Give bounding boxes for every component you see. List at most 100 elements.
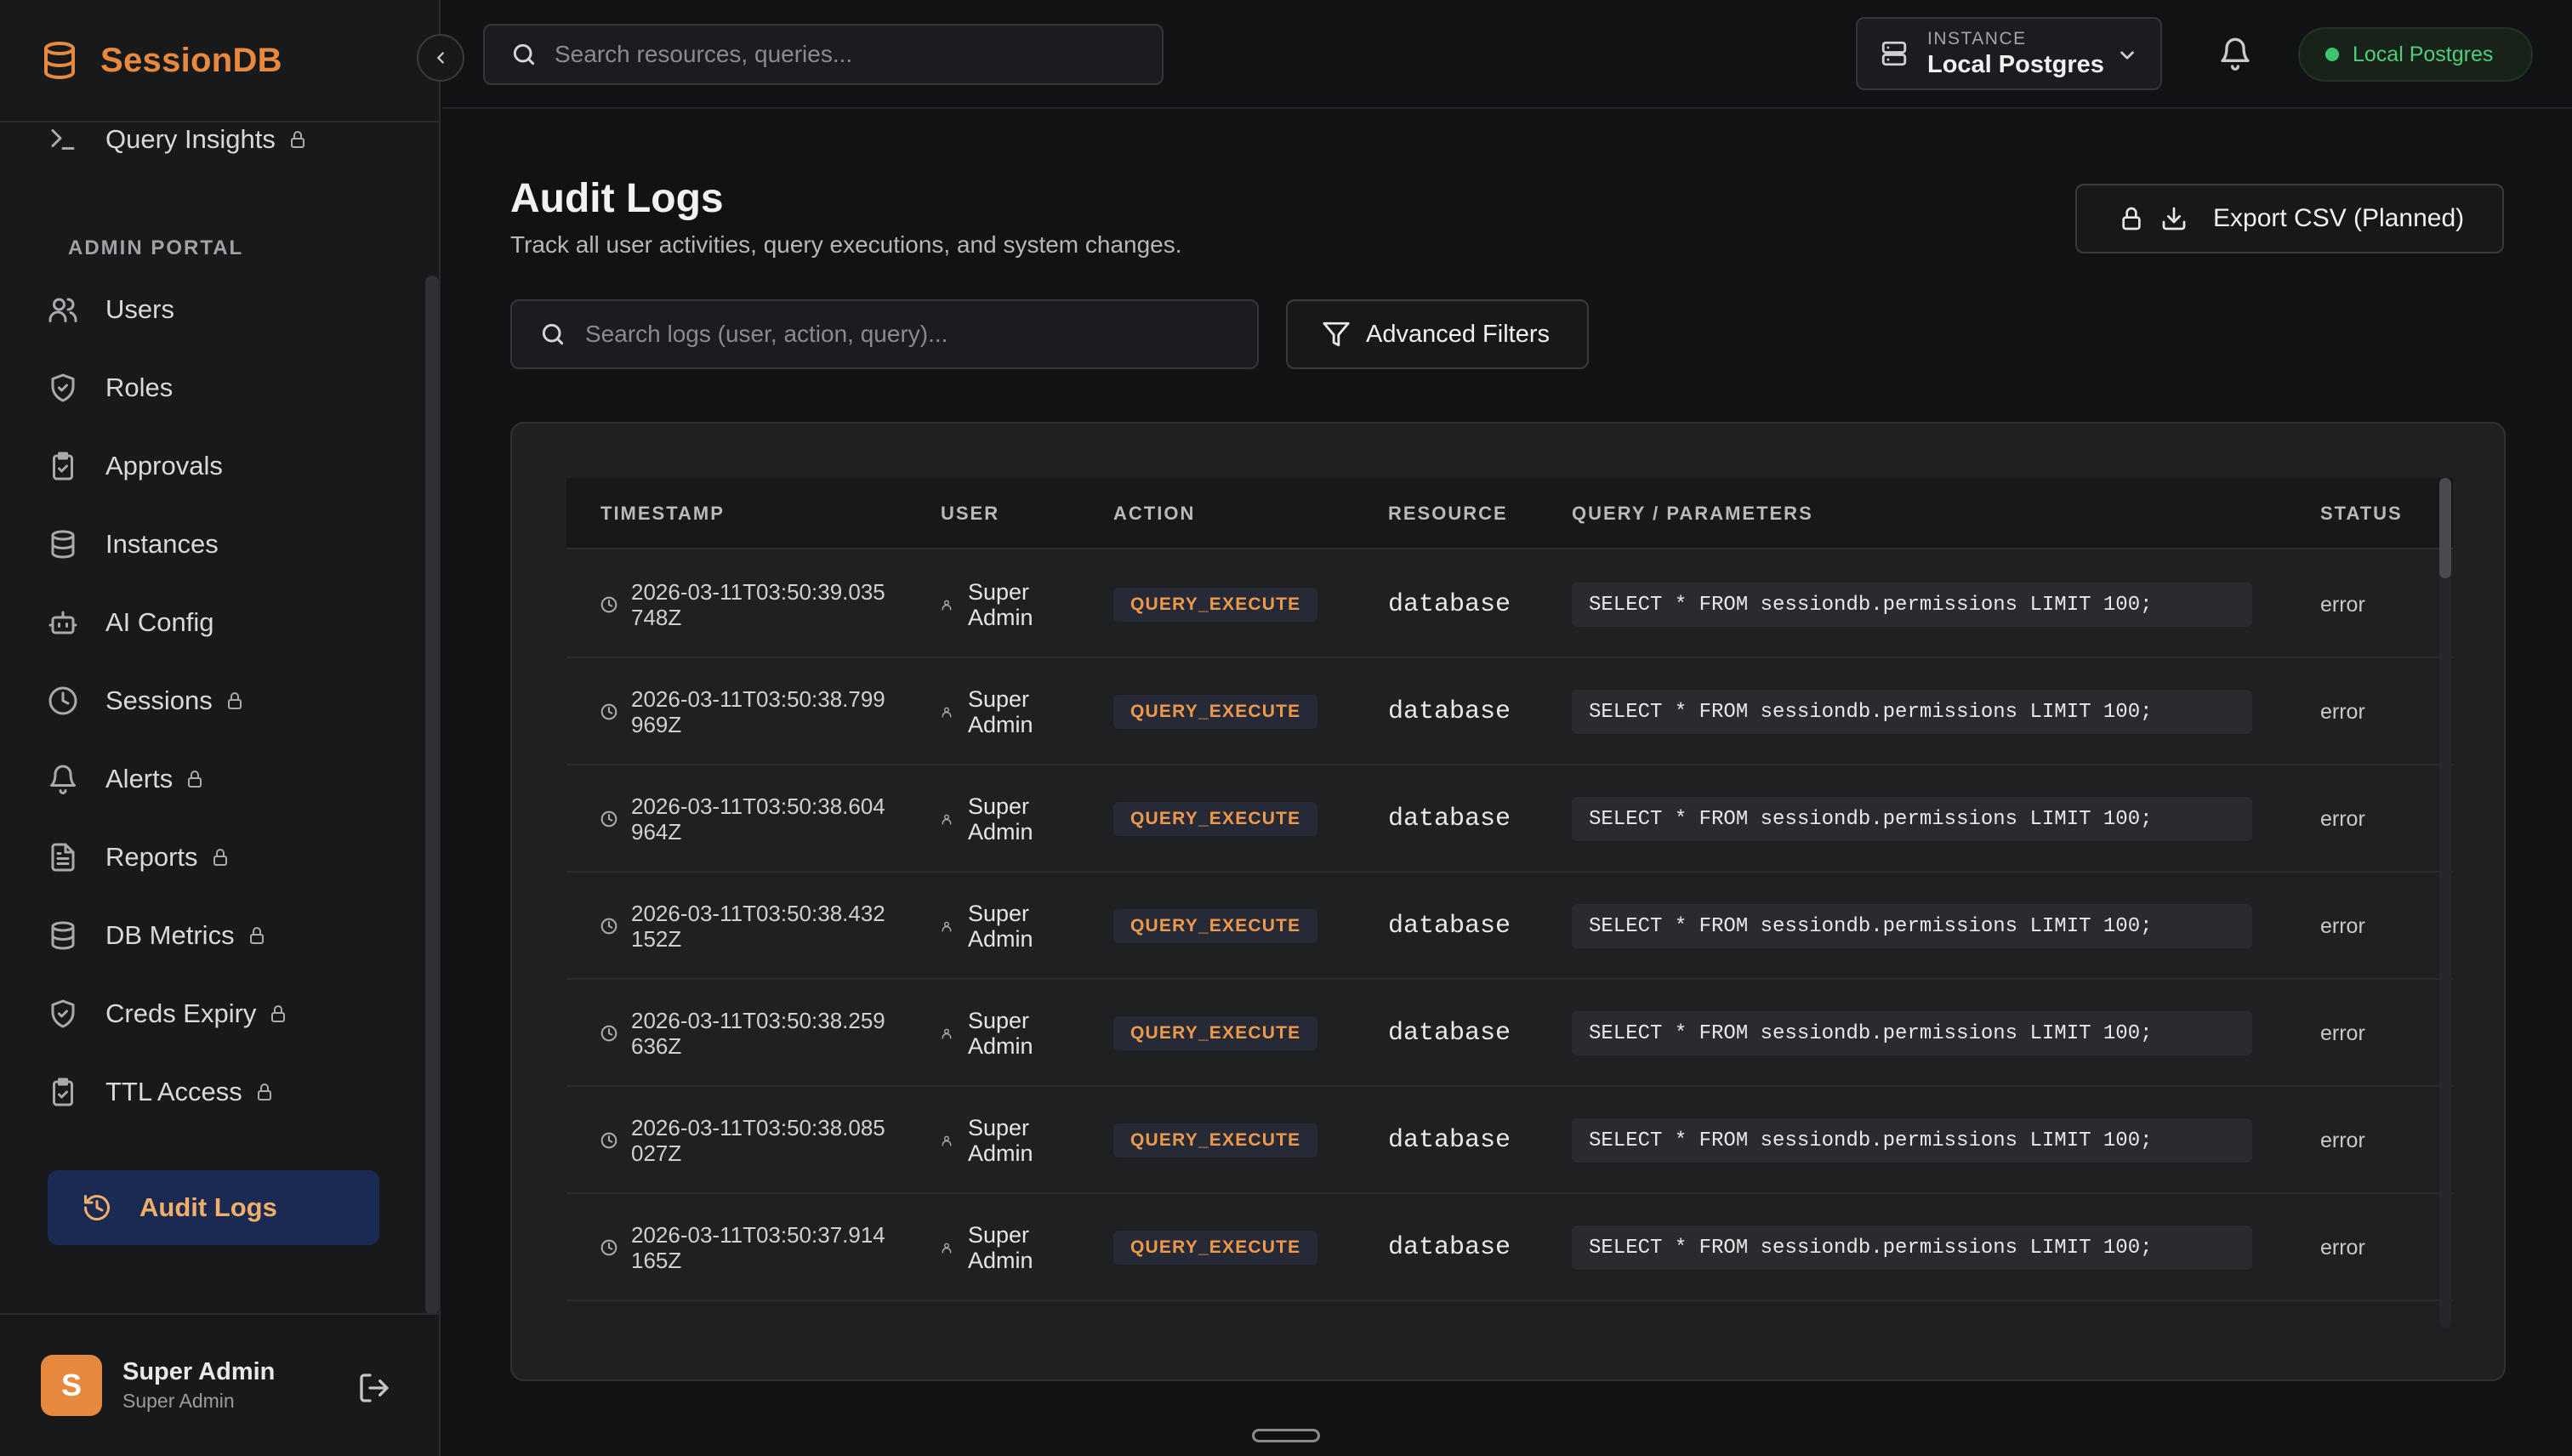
cell-action: QUERY_EXECUTE bbox=[1113, 1194, 1318, 1301]
sidebar-item-ttl-access[interactable]: TTL Access bbox=[48, 1058, 379, 1126]
logout-icon[interactable] bbox=[357, 1371, 391, 1405]
table-row[interactable]: 2026-03-11T03:50:38.604964Z Super Admin QU… bbox=[566, 765, 2453, 873]
user-value: Super Admin bbox=[968, 579, 1033, 630]
cell-timestamp: 2026-03-11T03:50:38.799969Z bbox=[600, 658, 886, 765]
sidebar-item-creds-expiry[interactable]: Creds Expiry bbox=[48, 980, 379, 1048]
table-row[interactable]: 2026-03-11T03:50:38.085027Z Super Admin QU… bbox=[566, 1087, 2453, 1194]
cell-query: SELECT * FROM sessiondb.permissions LIMI… bbox=[1572, 873, 2252, 980]
cell-query: SELECT * FROM sessiondb.permissions LIMI… bbox=[1572, 658, 2252, 765]
global-search-input[interactable] bbox=[555, 41, 1150, 68]
advanced-filters-button[interactable]: Advanced Filters bbox=[1286, 299, 1589, 369]
global-search[interactable] bbox=[483, 24, 1164, 85]
cell-user: Super Admin bbox=[941, 873, 1053, 980]
cell-action: QUERY_EXECUTE bbox=[1113, 980, 1318, 1087]
lock-icon bbox=[257, 1083, 271, 1101]
cell-timestamp: 2026-03-11T03:50:37.914165Z bbox=[600, 1194, 886, 1301]
sidebar-item-instances[interactable]: Instances bbox=[48, 510, 379, 578]
database-logo-icon bbox=[44, 42, 75, 79]
query-code: SELECT * FROM sessiondb.permissions LIMI… bbox=[1572, 1226, 2252, 1270]
user-value: Super Admin bbox=[968, 1115, 1033, 1166]
sidebar-item-ai-config[interactable]: AI Config bbox=[48, 589, 379, 657]
sidebar-item-users[interactable]: Users bbox=[48, 276, 379, 344]
cell-user: Super Admin bbox=[941, 658, 1053, 765]
user-icon bbox=[942, 814, 952, 825]
table-scrollbar-thumb[interactable] bbox=[2439, 478, 2451, 578]
sidebar-item-db-metrics[interactable]: DB Metrics bbox=[48, 901, 379, 970]
export-csv-button[interactable]: Export CSV (Planned) bbox=[2075, 184, 2504, 253]
sidebar-item-label: Instances bbox=[105, 529, 219, 559]
timestamp-value: 2026-03-11T03:50:38.799969Z bbox=[631, 686, 885, 737]
cell-timestamp: 2026-03-11T03:50:38.604964Z bbox=[600, 765, 886, 873]
filter-icon bbox=[1323, 321, 1350, 347]
table-row[interactable]: 2026-03-11T03:50:38.432152Z Super Admin QU… bbox=[566, 873, 2453, 980]
sidebar-item-approvals[interactable]: Approvals bbox=[48, 432, 379, 500]
server-icon bbox=[1881, 41, 1907, 66]
resource-value: database bbox=[1388, 912, 1511, 941]
table-row[interactable]: 2026-03-11T03:50:38.259636Z Super Admin QU… bbox=[566, 980, 2453, 1087]
user-name: Super Admin bbox=[122, 1358, 276, 1385]
clock-icon bbox=[600, 810, 617, 828]
clock-icon bbox=[48, 686, 77, 715]
sidebar-nav: Query Insights ADMIN PORTAL Users Roles … bbox=[0, 124, 425, 1313]
status-value: error bbox=[2320, 1235, 2365, 1260]
table-row[interactable]: 2026-03-11T03:50:39.035748Z Super Admin QU… bbox=[566, 551, 2453, 658]
export-csv-label: Export CSV (Planned) bbox=[2213, 204, 2465, 232]
sidebar-item-audit-logs[interactable]: Audit Logs bbox=[48, 1170, 379, 1245]
table-row[interactable]: 2026-03-11T03:50:37.914165Z Super Admin QU… bbox=[566, 1194, 2453, 1301]
cell-status: error bbox=[2320, 551, 2365, 658]
cell-resource: database bbox=[1388, 1087, 1511, 1194]
cell-status: error bbox=[2320, 1087, 2365, 1194]
cell-status: error bbox=[2320, 980, 2365, 1087]
terminal-icon bbox=[51, 129, 75, 150]
column-header-timestamp[interactable]: TIMESTAMP bbox=[600, 478, 725, 549]
collapse-sidebar-button[interactable] bbox=[417, 34, 464, 82]
column-header-status[interactable]: STATUS bbox=[2320, 478, 2403, 549]
column-header-query[interactable]: QUERY / PARAMETERS bbox=[1572, 478, 1813, 549]
user-profile[interactable]: S Super Admin Super Admin bbox=[0, 1313, 441, 1456]
connection-status-label: Local Postgres bbox=[2353, 42, 2494, 66]
instance-selector[interactable]: INSTANCE Local Postgres bbox=[1856, 17, 2162, 90]
sidebar-item-sessions[interactable]: Sessions bbox=[48, 667, 379, 735]
query-code: SELECT * FROM sessiondb.permissions LIMI… bbox=[1572, 797, 2252, 841]
clipboard-check-icon bbox=[53, 452, 73, 481]
sidebar-item-label: Approvals bbox=[105, 451, 223, 481]
home-indicator bbox=[1252, 1429, 1320, 1442]
query-code: SELECT * FROM sessiondb.permissions LIMI… bbox=[1572, 690, 2252, 734]
log-search-input[interactable] bbox=[585, 321, 1249, 348]
log-search[interactable] bbox=[510, 299, 1259, 369]
table-scrollbar-track[interactable] bbox=[2439, 478, 2451, 1328]
sidebar-item-roles[interactable]: Roles bbox=[48, 354, 379, 422]
resource-value: database bbox=[1388, 1233, 1511, 1262]
users-icon bbox=[48, 298, 77, 322]
sidebar-item-query-insights[interactable]: Query Insights bbox=[48, 124, 379, 173]
cell-query: SELECT * FROM sessiondb.permissions LIMI… bbox=[1572, 1194, 2252, 1301]
cell-status: error bbox=[2320, 873, 2365, 980]
bell-icon bbox=[50, 765, 76, 794]
status-value: error bbox=[2320, 1021, 2365, 1045]
sidebar-item-label: Creds Expiry bbox=[105, 998, 257, 1028]
instance-caption: INSTANCE bbox=[1927, 28, 2027, 48]
sidebar-scrollbar[interactable] bbox=[425, 276, 439, 1315]
notifications-bell-icon[interactable] bbox=[2218, 36, 2252, 71]
sidebar-item-label: Roles bbox=[105, 373, 174, 402]
lock-icon bbox=[249, 927, 264, 944]
sidebar-item-alerts[interactable]: Alerts bbox=[48, 745, 379, 813]
column-header-resource[interactable]: RESOURCE bbox=[1388, 478, 1508, 549]
cell-user: Super Admin bbox=[941, 765, 1053, 873]
column-header-user[interactable]: USER bbox=[941, 478, 999, 549]
cell-user: Super Admin bbox=[941, 1087, 1053, 1194]
audit-log-table-card: TIMESTAMP USER ACTION RESOURCE QUERY / P… bbox=[510, 422, 2506, 1381]
cell-status: error bbox=[2320, 1194, 2365, 1301]
lock-icon bbox=[213, 849, 227, 866]
status-value: error bbox=[2320, 1128, 2365, 1152]
table-row[interactable]: 2026-03-11T03:50:38.799969Z Super Admin QU… bbox=[566, 658, 2453, 765]
column-header-action[interactable]: ACTION bbox=[1113, 478, 1195, 549]
sidebar-item-reports[interactable]: Reports bbox=[48, 823, 379, 891]
cell-resource: database bbox=[1388, 765, 1511, 873]
chevron-down-icon bbox=[2120, 51, 2134, 60]
brand[interactable]: SessionDB bbox=[0, 0, 441, 122]
query-code: SELECT * FROM sessiondb.permissions LIMI… bbox=[1572, 583, 2252, 627]
lock-icon bbox=[188, 771, 202, 788]
user-icon bbox=[942, 1028, 952, 1039]
chevron-left-icon bbox=[437, 52, 444, 64]
